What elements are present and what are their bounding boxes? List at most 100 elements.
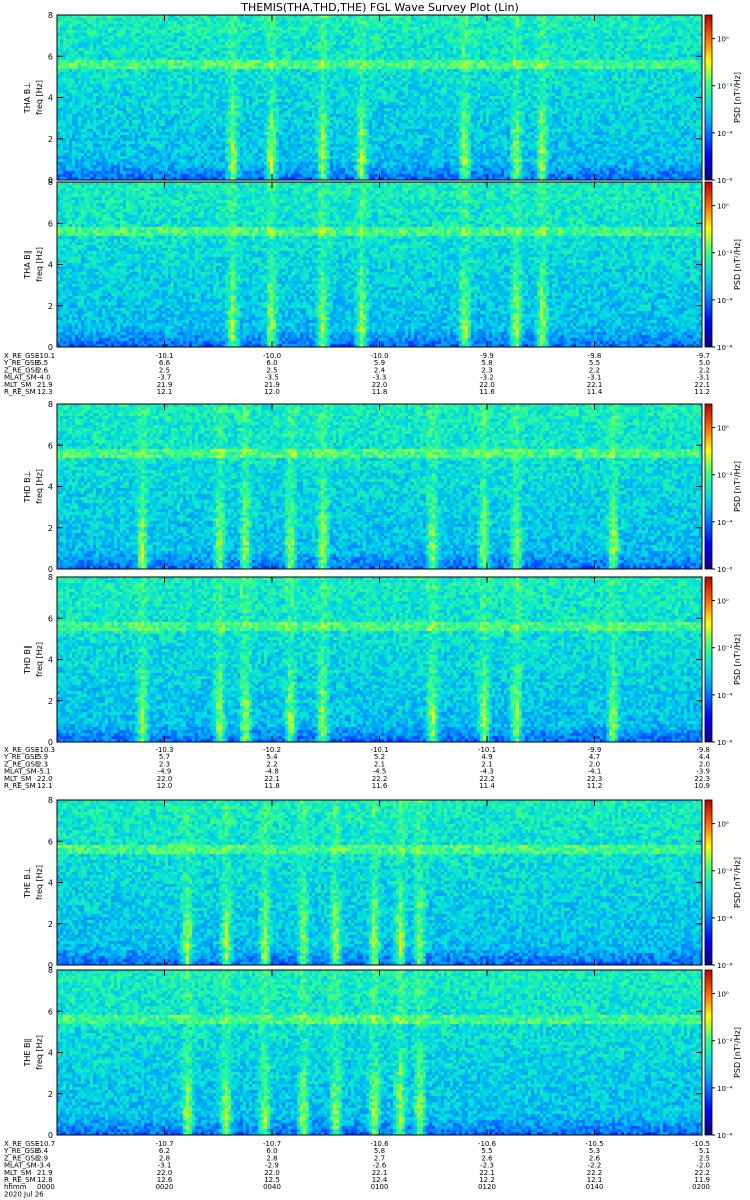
time-tick-label: 0100 (371, 1183, 389, 1191)
colorbar-tick-label: 10⁻² (717, 645, 733, 653)
colorbar-tick-label: 10⁻⁴ (717, 692, 733, 700)
spectrogram-panel: 0 2 4 6 8 THA B∥ freq [Hz] 10⁰ 10⁻² 10⁻⁴ 10⁻⁶ PSD [… (23, 178, 742, 352)
spectrogram-image (57, 15, 702, 180)
colorbar-label: PSD [nT²/Hz] (733, 857, 742, 908)
spectrogram-image (57, 182, 702, 347)
time-tick-label: 0140 (586, 1183, 604, 1191)
colorbar-tick-label: 10⁻² (717, 868, 733, 876)
colorbar-scale (704, 181, 713, 348)
spectrogram-panels: 02468THA B⊥ freq [Hz]10⁰10⁻²10⁻⁴10⁻⁶PSD [… (23, 11, 742, 1140)
spectrogram-image (57, 577, 702, 742)
spectrogram-image (57, 970, 702, 1135)
ephemeris-table: X_RE_GSE-10.7 -10.7 -10.7 -10.6 -10.6 -10.5 -1… (3, 1140, 710, 1198)
panel-label: THD B⊥ (23, 470, 32, 503)
colorbar-scale (704, 576, 713, 743)
colorbar: 10⁰ 10⁻² 10⁻⁴ 10⁻⁶ PSD [nT²/Hz] (704, 969, 742, 1140)
y-tick-label: 6 (48, 219, 53, 228)
colorbar-tick-label: 10⁰ (717, 598, 729, 606)
y-tick-label: 8 (48, 966, 53, 975)
colorbar-tick-label: 10⁻² (717, 1038, 733, 1046)
y-tick-label: 6 (48, 52, 53, 61)
ephemeris-value: 11.4 (479, 782, 495, 790)
colorbar-tick-label: 10⁻⁴ (717, 519, 733, 527)
date-label: 2020 Jul 26 (4, 1190, 44, 1198)
colorbar-scale (704, 14, 713, 181)
spectrogram-panel: 02468THD B∥ freq [Hz]10⁰10⁻²10⁻⁴10⁻⁶PSD [… (23, 573, 742, 747)
colorbar-tick-label: 10⁰ (717, 203, 729, 211)
y-axis-label: freq [Hz] (35, 247, 44, 282)
panel-label: THE B∥ (23, 1039, 32, 1068)
y-tick-label: 8 (48, 400, 53, 409)
ephemeris-table: X_RE_GSE-10.1 -10.1 -10.0 -10.0 -9.9 -9.8 -9.7… (3, 352, 710, 396)
y-tick-label: 8 (48, 178, 53, 187)
colorbar-tick-label: 10⁻⁴ (717, 297, 733, 305)
colorbar-tick-label: 10⁰ (717, 991, 729, 999)
colorbar-tick-label: 10⁻⁶ (717, 566, 733, 574)
colorbar-scale (704, 403, 713, 570)
colorbar-tick-label: 10⁻² (717, 83, 733, 91)
y-tick-label: 6 (48, 837, 53, 846)
ephemeris-row-name: R_RE_SM (4, 388, 36, 396)
colorbar-label: PSD [nT²/Hz] (733, 634, 742, 685)
panel-label: THD B∥ (23, 645, 32, 675)
colorbar-tick-label: 10⁻² (717, 250, 733, 258)
panel-label: THE B⊥ (23, 867, 32, 899)
y-tick-label: 0 (48, 1131, 53, 1140)
y-tick-label: 2 (48, 920, 53, 929)
colorbar: 10⁰ 10⁻² 10⁻⁴ 10⁻⁶ PSD [nT²/Hz] (704, 403, 742, 574)
panel-label: THA B⊥ (23, 82, 32, 114)
colorbar-tick-label: 10⁰ (717, 821, 729, 829)
y-tick-label: 6 (48, 1007, 53, 1016)
ephemeris-value: 12.1 (37, 782, 53, 790)
spectrogram-image (57, 404, 702, 569)
y-tick-label: 6 (48, 441, 53, 450)
colorbar-tick-label: 10⁻⁶ (717, 177, 733, 185)
y-tick-label: 6 (48, 614, 53, 623)
plot-title: THEMIS(THA,THD,THE) FGL Wave Survey Plot… (240, 1, 519, 14)
y-axis-label: freq [Hz] (35, 1035, 44, 1070)
ephemeris-value: 12.1 (157, 388, 173, 396)
colorbar-label: PSD [nT²/Hz] (733, 1027, 742, 1078)
colorbar-tick-label: 10⁻⁴ (717, 1085, 733, 1093)
colorbar: 10⁰ 10⁻² 10⁻⁴ 10⁻⁶ PSD [nT²/Hz] (704, 799, 742, 970)
colorbar-tick-label: 10⁻⁶ (717, 1132, 733, 1140)
colorbar-tick-label: 10⁻⁶ (717, 739, 733, 747)
ephemeris-value: 11.6 (372, 782, 388, 790)
colorbar-label: PSD [nT²/Hz] (733, 239, 742, 290)
y-tick-label: 8 (48, 573, 53, 582)
colorbar-tick-label: 10⁻⁶ (717, 962, 733, 970)
ephemeris-value: 12.0 (157, 782, 173, 790)
panel-label: THA B∥ (23, 250, 32, 279)
colorbar-tick-label: 10⁻⁴ (717, 130, 733, 138)
ephemeris-value: 12.3 (37, 388, 53, 396)
y-tick-label: 8 (48, 11, 53, 20)
ephemeris-value: 11.8 (264, 782, 280, 790)
colorbar-tick-label: 10⁰ (717, 425, 729, 433)
ephemeris-value: 11.4 (587, 388, 603, 396)
colorbar-scale (704, 969, 713, 1136)
spectrogram-panel: 0 2 4 6 8 THE B∥ freq [Hz] 10⁰ 10⁻² 10⁻⁴ 10⁻⁶ PSD [… (23, 966, 742, 1140)
y-tick-label: 0 (48, 343, 53, 352)
ephemeris-value: 11.2 (694, 388, 710, 396)
y-tick-label: 4 (48, 261, 53, 270)
ephemeris-value: 10.9 (694, 782, 710, 790)
colorbar-tick-label: 10⁻² (717, 472, 733, 480)
colorbar-label: PSD [nT²/Hz] (733, 72, 742, 123)
colorbar-label: PSD [nT²/Hz] (733, 461, 742, 512)
time-tick-label: 0120 (478, 1183, 496, 1191)
y-tick-label: 4 (48, 1049, 53, 1058)
y-axis-label: freq [Hz] (35, 469, 44, 504)
spectrogram-panel: 02468THD B⊥ freq [Hz]10⁰10⁻²10⁻⁴10⁻⁶PSD [… (23, 400, 742, 574)
y-tick-label: 2 (48, 524, 53, 533)
colorbar-tick-label: 10⁰ (717, 36, 729, 44)
time-tick-label: 0020 (156, 1183, 174, 1191)
ephemeris-value: 11.6 (479, 388, 495, 396)
ephemeris-value: 11.2 (587, 782, 603, 790)
y-tick-label: 8 (48, 796, 53, 805)
ephemeris-row-name: R_RE_SM (4, 782, 36, 790)
y-tick-label: 2 (48, 302, 53, 311)
y-axis-label: freq [Hz] (35, 80, 44, 115)
y-tick-label: 2 (48, 697, 53, 706)
colorbar: 10⁰ 10⁻² 10⁻⁴ 10⁻⁶ PSD [nT²/Hz] (704, 576, 742, 747)
ephemeris-table: X_RE_GSE-10.3 -10.3 -10.2 -10.1 -10.1 -9.9 -9.… (3, 746, 711, 790)
